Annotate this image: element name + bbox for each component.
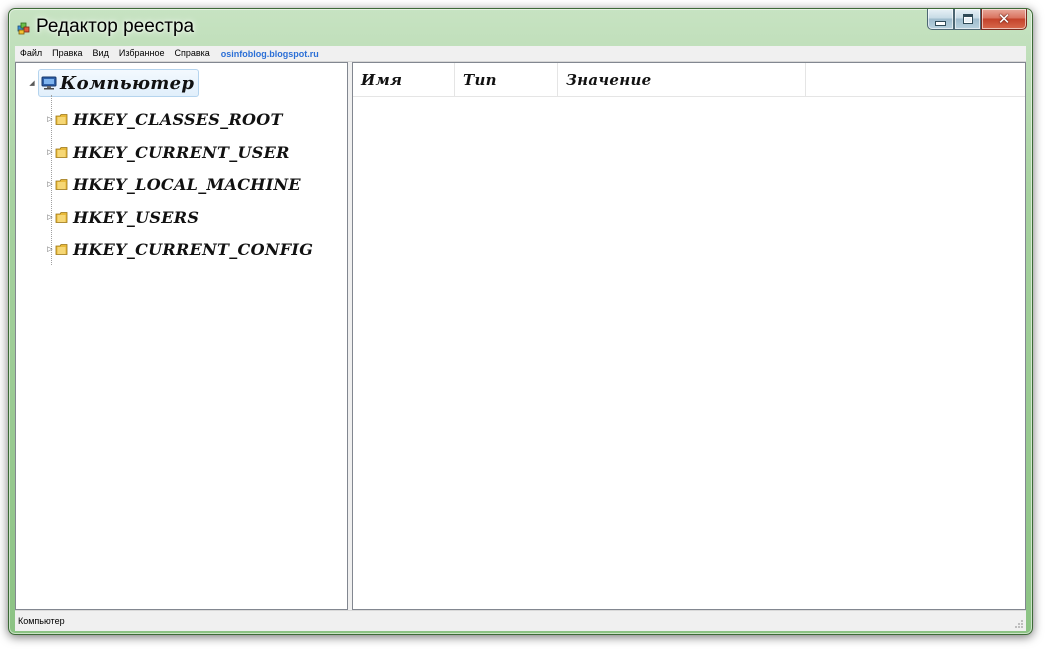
tree-item-hkey-classes-root[interactable]: ▷ HKEY_CLASSES_ROOT bbox=[46, 107, 283, 131]
expand-arrow-icon[interactable]: ▷ bbox=[46, 115, 54, 123]
size-grip-icon[interactable] bbox=[1014, 619, 1024, 629]
tree-item-hkey-current-config[interactable]: ▷ HKEY_CURRENT_CONFIG bbox=[46, 237, 313, 261]
menu-view[interactable]: Вид bbox=[88, 46, 114, 61]
minimize-button[interactable] bbox=[927, 9, 954, 30]
caption-buttons: ✕ bbox=[927, 9, 1027, 30]
folder-icon bbox=[55, 146, 68, 158]
column-header-name[interactable]: Имя bbox=[353, 63, 455, 96]
expand-arrow-icon[interactable]: ▷ bbox=[46, 180, 54, 188]
client-area: ◢ Компьютер ▷ HKEY_CLASSES_ROOT ▷ HKEY_C… bbox=[15, 62, 1026, 610]
tree-root[interactable]: ◢ Компьютер bbox=[28, 69, 200, 97]
expand-arrow-icon[interactable]: ▷ bbox=[46, 213, 54, 221]
registry-icon bbox=[17, 22, 30, 35]
column-header-label: Тип bbox=[463, 70, 497, 89]
minimize-icon bbox=[935, 20, 946, 26]
tree-pane[interactable]: ◢ Компьютер ▷ HKEY_CLASSES_ROOT ▷ HKEY_C… bbox=[15, 62, 348, 610]
tree-item-hkey-local-machine[interactable]: ▷ HKEY_LOCAL_MACHINE bbox=[46, 172, 301, 196]
menu-favorites[interactable]: Избранное bbox=[114, 46, 170, 61]
status-bar: Компьютер bbox=[15, 610, 1026, 631]
close-button[interactable]: ✕ bbox=[981, 9, 1027, 30]
column-header-filler bbox=[806, 63, 1025, 96]
title-bar[interactable]: Редактор реестра ✕ bbox=[9, 9, 1032, 45]
registry-editor-window: Редактор реестра ✕ Файл Правка Вид Избра… bbox=[8, 8, 1033, 635]
column-header-label: Значение bbox=[566, 70, 652, 89]
collapse-arrow-icon[interactable]: ◢ bbox=[28, 79, 36, 87]
menu-bar: Файл Правка Вид Избранное Справка osinfo… bbox=[15, 46, 1026, 62]
window-title: Редактор реестра bbox=[36, 16, 195, 37]
column-header-type[interactable]: Тип bbox=[455, 63, 558, 96]
menu-help[interactable]: Справка bbox=[169, 46, 214, 61]
expand-arrow-icon[interactable]: ▷ bbox=[46, 148, 54, 156]
folder-icon bbox=[55, 211, 68, 223]
tree-item-label: HKEY_USERS bbox=[73, 207, 200, 227]
tree-item-hkey-current-user[interactable]: ▷ HKEY_CURRENT_USER bbox=[46, 140, 290, 164]
folder-icon bbox=[55, 178, 68, 190]
computer-icon bbox=[41, 76, 57, 90]
maximize-icon bbox=[962, 14, 973, 24]
expand-arrow-icon[interactable]: ▷ bbox=[46, 245, 54, 253]
tree-root-label: Компьютер bbox=[60, 72, 195, 94]
tree-item-label: HKEY_LOCAL_MACHINE bbox=[73, 174, 301, 194]
column-header-value[interactable]: Значение bbox=[558, 63, 806, 96]
tree-item-label: HKEY_CURRENT_USER bbox=[73, 142, 290, 162]
close-icon: ✕ bbox=[997, 9, 1011, 28]
tree-item-label: HKEY_CLASSES_ROOT bbox=[73, 109, 283, 129]
maximize-button[interactable] bbox=[954, 9, 981, 30]
status-text: Компьютер bbox=[18, 616, 65, 626]
folder-icon bbox=[55, 113, 68, 125]
tree-root-selection[interactable]: Компьютер bbox=[38, 69, 200, 97]
watermark-text: osinfoblog.blogspot.ru bbox=[220, 48, 319, 59]
values-list-pane[interactable]: Имя Тип Значение bbox=[352, 62, 1026, 610]
tree-item-label: HKEY_CURRENT_CONFIG bbox=[73, 239, 314, 259]
column-header-label: Имя bbox=[361, 70, 403, 89]
menu-file[interactable]: Файл bbox=[15, 46, 47, 61]
folder-icon bbox=[55, 243, 68, 255]
tree-item-hkey-users[interactable]: ▷ HKEY_USERS bbox=[46, 205, 199, 229]
list-header: Имя Тип Значение bbox=[353, 63, 1025, 97]
menu-edit[interactable]: Правка bbox=[47, 46, 87, 61]
